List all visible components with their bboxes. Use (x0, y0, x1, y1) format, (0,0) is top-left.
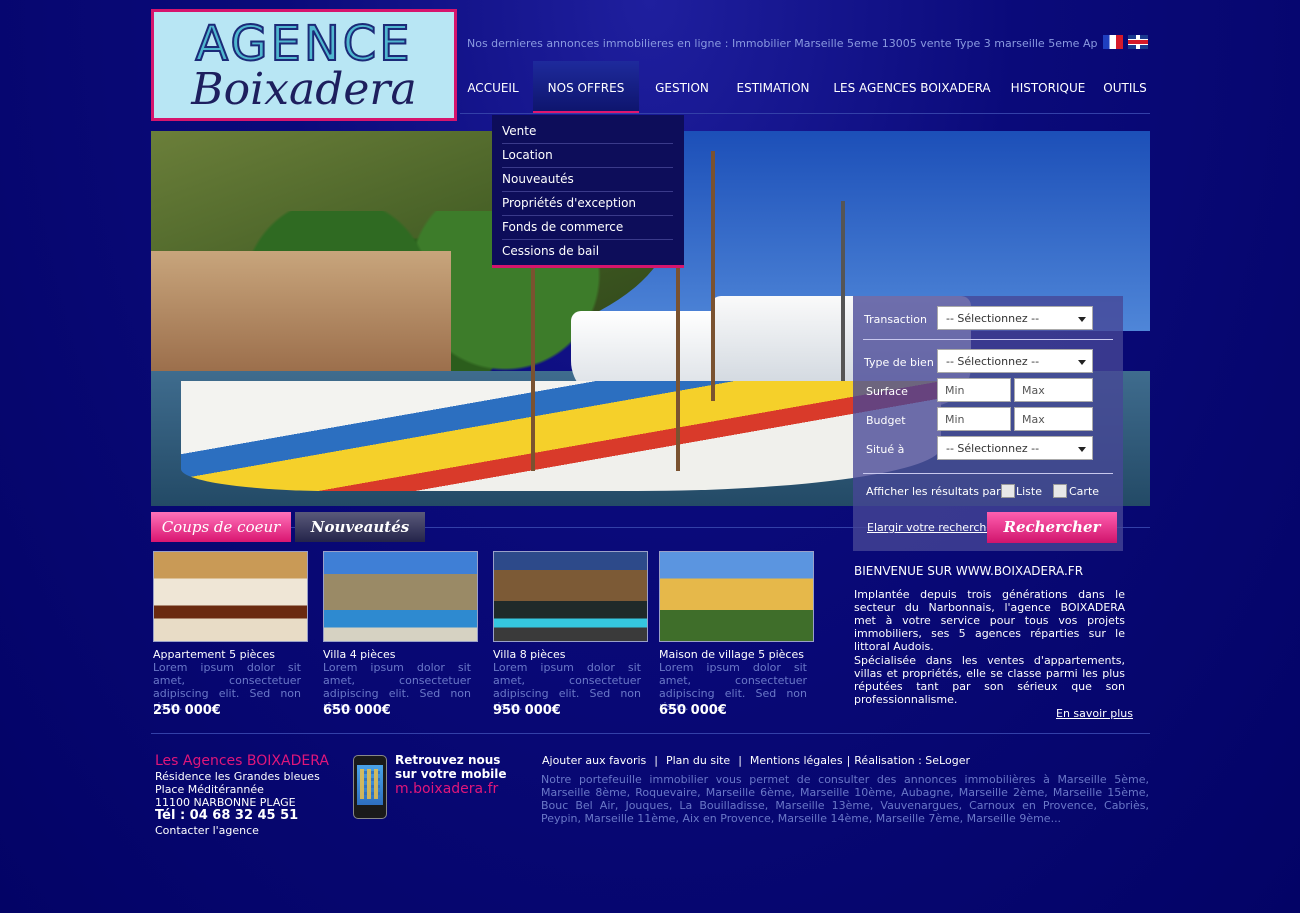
nav-nos-offres[interactable]: NOS OFFRES (533, 61, 639, 113)
listing-photo[interactable] (153, 551, 308, 642)
transaction-select[interactable]: -- Sélectionnez -- (937, 306, 1093, 330)
liste-label: Liste (1016, 485, 1042, 498)
liste-checkbox[interactable] (1001, 484, 1015, 498)
main-nav: ACCUEIL NOS OFFRES GESTION ESTIMATION LE… (460, 61, 1150, 114)
agency-phone: Tél : 04 68 32 45 51 (155, 808, 299, 823)
surface-min-input[interactable]: Min (937, 378, 1011, 402)
dropdown-cessions-bail[interactable]: Cessions de bail (502, 239, 673, 263)
listing-title[interactable]: Maison de village 5 pièces (659, 648, 804, 661)
chevron-down-icon (1078, 317, 1086, 322)
situe-label: Situé à (866, 443, 905, 456)
budget-min-input[interactable]: Min (937, 407, 1011, 431)
footer-links: Ajouter aux favoris | Plan du site | Mention… (542, 754, 970, 767)
divider (863, 339, 1113, 340)
french-flag-icon[interactable] (1103, 35, 1123, 49)
logo-line2: Boixadera (191, 64, 417, 115)
listing-title[interactable]: Appartement 5 pièces (153, 648, 275, 661)
dropdown-proprietes-exception[interactable]: Propriétés d'exception (502, 191, 673, 216)
listing-photo[interactable] (659, 551, 814, 642)
ajouter-favoris-link[interactable]: Ajouter aux favoris (542, 754, 646, 767)
nav-estimation[interactable]: ESTIMATION (730, 61, 816, 113)
divider (863, 473, 1113, 474)
agency-name: Les Agences BOIXADERA (155, 753, 329, 769)
listing-price: 650 000€ (323, 703, 391, 718)
budget-max-input[interactable]: Max (1014, 407, 1093, 431)
type-de-bien-select[interactable]: -- Sélectionnez -- (937, 349, 1093, 373)
search-panel: Transaction -- Sélectionnez -- Type de b… (853, 296, 1123, 551)
tab-coups-de-coeur[interactable]: Coups de coeur (151, 512, 291, 542)
dropdown-fonds-commerce[interactable]: Fonds de commerce (502, 215, 673, 240)
nos-offres-dropdown: Vente Location Nouveautés Propriétés d'e… (492, 115, 684, 268)
carte-checkbox[interactable] (1053, 484, 1067, 498)
transaction-label: Transaction (864, 313, 927, 326)
smartphone-icon (353, 755, 387, 819)
contact-agency-link[interactable]: Contacter l'agence (155, 824, 259, 837)
nav-accueil[interactable]: ACCUEIL (460, 61, 526, 113)
listing-photo[interactable] (493, 551, 648, 642)
type-de-bien-label: Type de bien (864, 356, 934, 369)
rechercher-button[interactable]: Rechercher (987, 512, 1117, 543)
mobile-promo-title: Retrouvez nous sur votre mobile (395, 753, 507, 781)
nav-les-agences[interactable]: LES AGENCES BOIXADERA (830, 61, 994, 113)
realisation-link[interactable]: Réalisation : SeLoger (854, 754, 970, 767)
listing-photo[interactable] (323, 551, 478, 642)
en-savoir-plus-link[interactable]: En savoir plus (1056, 707, 1133, 720)
chevron-down-icon (1078, 360, 1086, 365)
budget-label: Budget (866, 414, 906, 427)
listing-price: 950 000€ (493, 703, 561, 718)
listing-price: 250 000€ (153, 703, 221, 718)
dropdown-nouveautes[interactable]: Nouveautés (502, 167, 673, 192)
agency-address: Résidence les Grandes bleues (155, 770, 320, 783)
surface-max-input[interactable]: Max (1014, 378, 1093, 402)
welcome-paragraph: Implantée depuis trois générations dans … (854, 588, 1125, 653)
elargir-recherche-link[interactable]: Elargir votre recherche (867, 521, 993, 534)
dropdown-vente[interactable]: Vente (502, 119, 673, 144)
mentions-legales-link[interactable]: Mentions légales (750, 754, 843, 767)
nav-outils[interactable]: OUTILS (1100, 61, 1150, 113)
uk-flag-icon[interactable] (1128, 35, 1148, 49)
afficher-label: Afficher les résultats par (866, 485, 1001, 498)
divider (151, 733, 1150, 734)
listing-title[interactable]: Villa 8 pièces (493, 648, 566, 661)
listing-price: 650 000€ (659, 703, 727, 718)
carte-label: Carte (1069, 485, 1100, 498)
dropdown-location[interactable]: Location (502, 143, 673, 168)
nav-gestion[interactable]: GESTION (645, 61, 719, 113)
welcome-title: BIENVENUE SUR WWW.BOIXADERA.FR (854, 564, 1084, 578)
chevron-down-icon (1078, 447, 1086, 452)
plan-du-site-link[interactable]: Plan du site (666, 754, 730, 767)
nav-historique[interactable]: HISTORIQUE (1005, 61, 1091, 113)
logo[interactable]: AGENCE Boixadera (151, 9, 457, 121)
agency-address: Place Méditérannée (155, 783, 264, 796)
tab-nouveautes[interactable]: Nouveautés (295, 512, 425, 542)
mobile-site-link[interactable]: m.boixadera.fr (395, 781, 498, 797)
listing-title[interactable]: Villa 4 pièces (323, 648, 396, 661)
latest-listings-ticker[interactable]: Nos dernieres annonces immobilieres en l… (467, 37, 1097, 50)
footer-description: Notre portefeuille immobilier vous perme… (541, 773, 1149, 825)
welcome-paragraph: Spécialisée dans les ventes d'appartemen… (854, 654, 1125, 706)
situe-select[interactable]: -- Sélectionnez -- (937, 436, 1093, 460)
surface-label: Surface (866, 385, 908, 398)
